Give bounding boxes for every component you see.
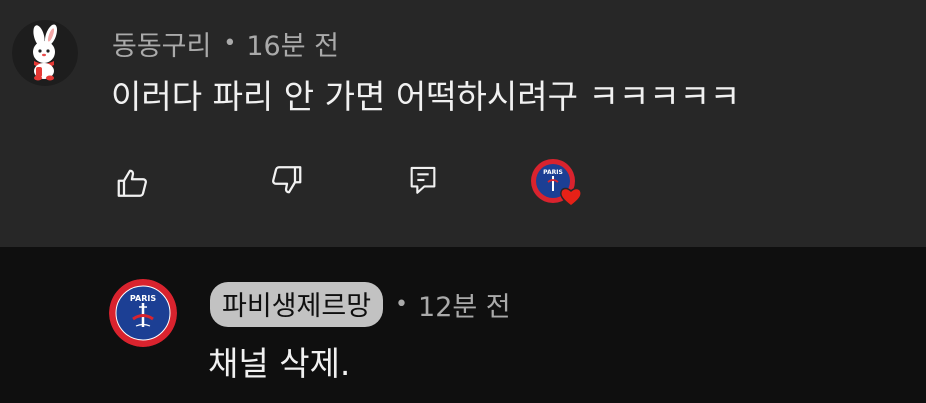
psg-crest-avatar-icon: PARIS <box>109 279 177 347</box>
reply-timestamp[interactable]: 12분 전 <box>418 285 511 324</box>
reply-meta: 파비생제르망 • 12분 전 <box>210 282 511 327</box>
meta-separator: • <box>395 292 409 317</box>
comment-meta: 동동구리 • 16분 전 <box>112 24 339 63</box>
rabbit-avatar-icon <box>12 20 78 86</box>
svg-text:PARIS: PARIS <box>130 294 156 303</box>
comment-text: 이러다 파리 안 가면 어떡하시려구 ㅋㅋㅋㅋㅋ <box>111 77 741 116</box>
reply-icon <box>410 166 436 194</box>
comment-timestamp[interactable]: 16분 전 <box>246 24 339 63</box>
commenter-avatar[interactable] <box>12 20 78 86</box>
reply-text: 채널 삭제. <box>208 344 351 383</box>
reply-avatar[interactable]: PARIS <box>109 279 177 347</box>
comment-author[interactable]: 동동구리 <box>112 24 211 63</box>
thumbs-up-icon <box>117 169 147 197</box>
svg-text:PARIS: PARIS <box>543 169 563 176</box>
comment-thread: 동동구리 • 16분 전 이러다 파리 안 가면 어떡하시려구 ㅋㅋㅋㅋㅋ PA… <box>0 0 926 247</box>
creator-heart-badge: PARIS <box>530 158 590 212</box>
reply-button[interactable] <box>403 160 443 200</box>
meta-separator: • <box>223 31 237 56</box>
creator-heart-icon: PARIS <box>531 159 582 207</box>
like-button[interactable] <box>113 163 153 203</box>
thumbs-down-icon <box>272 166 302 194</box>
creator-author-chip[interactable]: 파비생제르망 <box>210 282 384 327</box>
reply-thread: PARIS 파비생제르망 • 12분 전 채널 삭제. <box>0 247 926 403</box>
dislike-button[interactable] <box>266 160 306 200</box>
